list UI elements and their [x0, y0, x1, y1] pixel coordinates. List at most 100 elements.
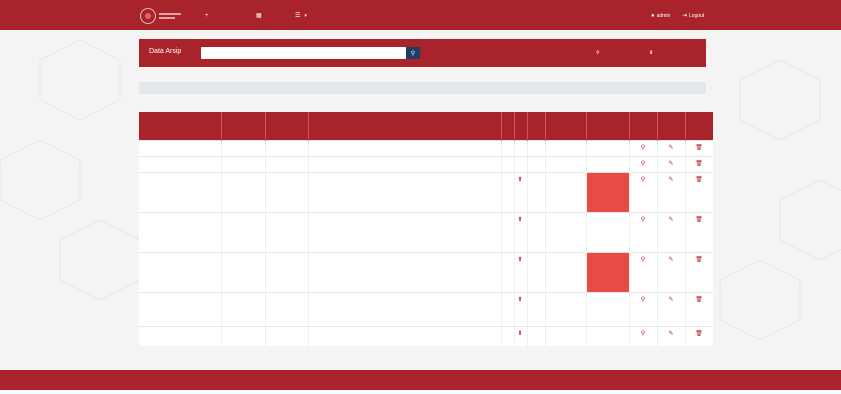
logo-wordmark: [159, 13, 181, 19]
table-cell: [139, 251, 222, 292]
table-cell: [501, 291, 515, 326]
column-header[interactable]: [501, 112, 515, 140]
table-cell: [139, 171, 222, 212]
file-upload-icon[interactable]: ⬆: [518, 217, 523, 223]
table-cell: [545, 291, 587, 326]
table-cell: [527, 251, 546, 292]
table-cell: [265, 325, 309, 346]
search-icon[interactable]: ⚲: [641, 331, 645, 337]
nav-item-calendar[interactable]: ▦: [256, 11, 264, 20]
column-header[interactable]: [527, 112, 546, 140]
file-cell: [514, 155, 528, 172]
table-row: ⬆ ⚲ ✎ 🗑: [139, 251, 713, 292]
table-cell: [221, 325, 266, 346]
table-cell: [586, 325, 630, 346]
logout-label: Logout: [689, 12, 705, 19]
nav-item-new-data[interactable]: +: [205, 11, 211, 20]
file-cell: ⬆: [514, 325, 528, 346]
pencil-icon[interactable]: ✎: [668, 145, 673, 151]
table-cell: [501, 171, 515, 212]
table-cell: [586, 171, 630, 212]
caret-down-icon: ▾: [304, 12, 307, 19]
file-cell: ⬆: [514, 171, 528, 212]
table-cell: [527, 139, 546, 156]
action-cell: ✎: [657, 171, 686, 212]
pencil-icon[interactable]: ✎: [668, 257, 673, 263]
table-cell: [265, 171, 309, 212]
column-header[interactable]: [308, 112, 502, 140]
table-row: ⚲ ✎ 🗑: [139, 155, 713, 172]
pencil-icon[interactable]: ✎: [668, 161, 673, 167]
table-cell: [527, 171, 546, 212]
search-icon[interactable]: ⚲: [641, 217, 645, 223]
column-header[interactable]: [586, 112, 630, 140]
trash-icon[interactable]: 🗑: [695, 161, 703, 167]
search-icon[interactable]: ⚲: [641, 145, 645, 151]
trash-icon[interactable]: 🗑: [695, 331, 703, 337]
table-cell: [586, 139, 630, 156]
search-icon[interactable]: ⚲: [641, 257, 645, 263]
table-cell: [545, 251, 587, 292]
table-cell: [586, 291, 630, 326]
table-cell: [308, 171, 502, 212]
table-cell: [308, 155, 502, 172]
column-header[interactable]: [545, 112, 587, 140]
action-cell: ✎: [657, 139, 686, 156]
search-icon[interactable]: ⚲: [641, 297, 645, 303]
action-cell: 🗑: [685, 211, 713, 252]
table-row: ⬆ ⚲ ✎ 🗑: [139, 211, 713, 252]
table-row: ⬆ ⚲ ✎ 🗑: [139, 325, 713, 346]
download-data-link[interactable]: ⬇: [649, 50, 655, 56]
action-cell: ⚲: [629, 211, 658, 252]
column-header[interactable]: [514, 112, 528, 140]
logout-link[interactable]: ⇥ Logout: [682, 11, 704, 20]
trash-icon[interactable]: 🗑: [695, 145, 703, 151]
table-cell: [308, 291, 502, 326]
file-upload-icon[interactable]: ⬆: [518, 331, 523, 337]
file-cell: ⬆: [514, 291, 528, 326]
search-icon[interactable]: ⚲: [641, 161, 645, 167]
pencil-icon[interactable]: ✎: [668, 331, 673, 337]
table-cell: [501, 251, 515, 292]
user-menu[interactable]: ● admin: [651, 11, 670, 20]
table-cell: [501, 139, 515, 156]
table-cell: [265, 139, 309, 156]
search-input[interactable]: [201, 47, 406, 59]
search-button[interactable]: ⚲: [406, 47, 420, 59]
table-cell: [221, 291, 266, 326]
pencil-icon[interactable]: ✎: [668, 297, 673, 303]
table-cell: [545, 211, 587, 252]
table-cell: [308, 139, 502, 156]
file-upload-icon[interactable]: ⬆: [518, 177, 523, 183]
nav-item-master-data[interactable]: ☰ ▾: [295, 11, 307, 20]
file-upload-icon[interactable]: ⬆: [518, 257, 523, 263]
action-cell: 🗑: [685, 171, 713, 212]
result-info: [139, 82, 706, 94]
column-header[interactable]: [221, 112, 266, 140]
column-header[interactable]: [265, 112, 309, 140]
footer: [0, 370, 841, 390]
table-cell: [139, 211, 222, 252]
column-header[interactable]: [139, 112, 222, 140]
column-header: [629, 112, 658, 140]
trash-icon[interactable]: 🗑: [695, 177, 703, 183]
table-cell: [265, 211, 309, 252]
search-icon[interactable]: ⚲: [641, 177, 645, 183]
app-logo[interactable]: [140, 7, 188, 25]
bottom-strip: [0, 390, 841, 394]
pencil-icon[interactable]: ✎: [668, 177, 673, 183]
trash-icon[interactable]: 🗑: [695, 297, 703, 303]
table-cell: [221, 155, 266, 172]
file-upload-icon[interactable]: ⬆: [518, 297, 523, 303]
table-row: ⚲ ✎ 🗑: [139, 139, 713, 156]
trash-icon[interactable]: 🗑: [695, 217, 703, 223]
action-cell: 🗑: [685, 291, 713, 326]
file-cell: ⬆: [514, 251, 528, 292]
action-cell: 🗑: [685, 251, 713, 292]
table-cell: [308, 251, 502, 292]
pencil-icon[interactable]: ✎: [668, 217, 673, 223]
table-cell: [501, 325, 515, 346]
advanced-search-link[interactable]: ⚲: [596, 50, 602, 56]
table-cell: [221, 211, 266, 252]
trash-icon[interactable]: 🗑: [695, 257, 703, 263]
